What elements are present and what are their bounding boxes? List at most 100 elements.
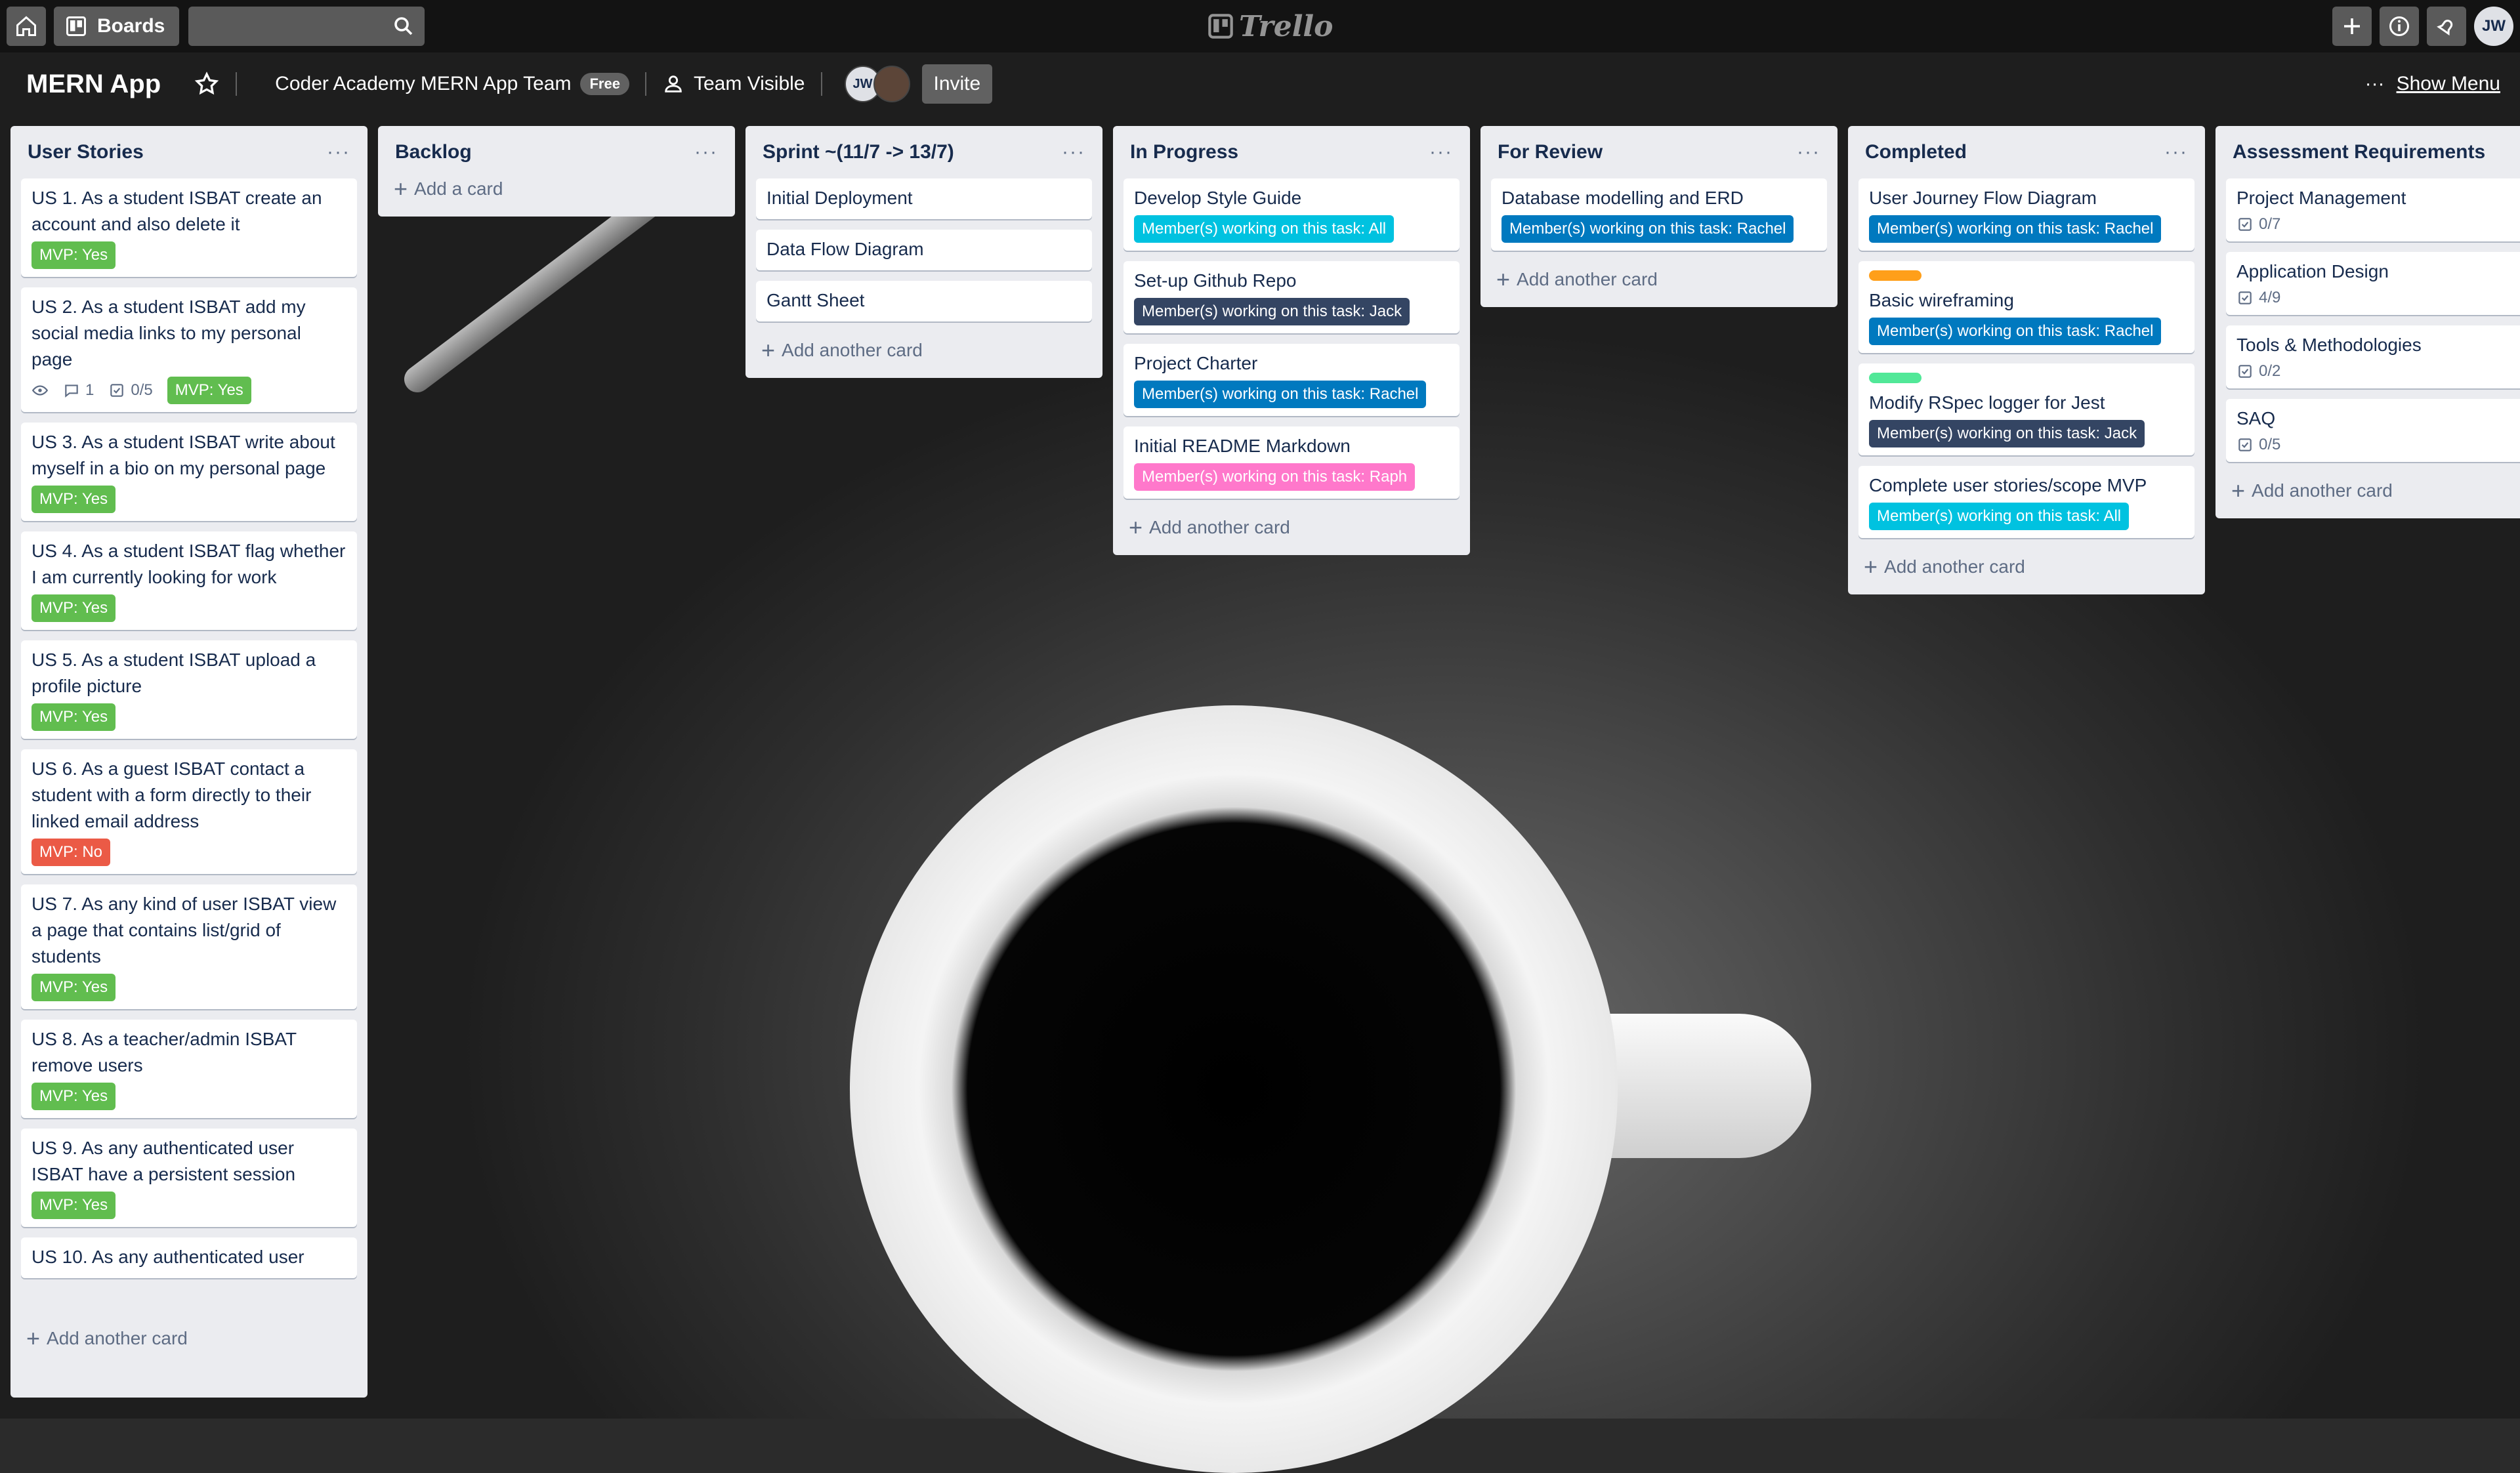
search-input[interactable] (188, 7, 404, 43)
visibility-label: Team Visible (693, 73, 805, 94)
green-label-bar (1869, 373, 1922, 383)
list-title[interactable]: Sprint ~(11/7 -> 13/7) (763, 141, 954, 163)
list-menu-icon[interactable]: ··· (1797, 141, 1820, 163)
list-title[interactable]: For Review (1498, 141, 1603, 163)
checklist-badge: 0/5 (2236, 436, 2280, 454)
card[interactable]: US 4. As a student ISBAT flag whether I … (21, 531, 357, 630)
list-header: Assessment Requirements (2226, 126, 2520, 178)
add-card-button[interactable]: + Add another card (21, 1320, 357, 1366)
trello-logo[interactable]: Trello (1208, 7, 1334, 46)
divider (820, 72, 822, 96)
card[interactable]: US 10. As any authenticated user (21, 1237, 357, 1278)
card-title: Database modelling and ERD (1502, 188, 1744, 208)
card-title: US 5. As a student ISBAT upload a profil… (32, 650, 316, 696)
board-members[interactable]: JW (844, 66, 910, 102)
card[interactable]: Basic wireframing Member(s) working on t… (1858, 261, 2194, 353)
card-title: SAQ (2236, 408, 2276, 428)
card[interactable]: User Journey Flow Diagram Member(s) work… (1858, 178, 2194, 251)
card[interactable]: US 2. As a student ISBAT add my social m… (21, 287, 357, 412)
checklist-icon (2238, 365, 2252, 378)
card[interactable]: Project Management 0/7 (2226, 178, 2520, 241)
card[interactable]: Data Flow Diagram (756, 230, 1092, 270)
card-title: US 10. As any authenticated user (32, 1247, 304, 1267)
list-menu-icon[interactable]: ··· (1429, 141, 1453, 163)
add-card-button[interactable]: + Add another card (2226, 472, 2520, 518)
plus-icon: + (1496, 266, 1511, 293)
list-title[interactable]: Completed (1865, 141, 1967, 163)
plus-icon (2344, 18, 2360, 34)
checklist-count: 0/5 (2259, 436, 2281, 453)
add-card-button[interactable]: + Add another card (1858, 549, 2194, 594)
card-title: Tools & Methodologies (2236, 335, 2422, 355)
card[interactable]: US 5. As a student ISBAT upload a profil… (21, 640, 357, 739)
card[interactable]: Initial README Markdown Member(s) workin… (1124, 426, 1460, 499)
checklist-icon (2238, 218, 2252, 231)
list-header: Backlog ··· (388, 126, 724, 178)
add-card-button[interactable]: + Add a card (388, 177, 724, 217)
visibility-button[interactable]: Team Visible (662, 73, 805, 95)
card[interactable]: Tools & Methodologies 0/2 (2226, 325, 2520, 388)
team-button[interactable]: Coder Academy MERN App Team Free (275, 73, 629, 95)
info-icon (2389, 16, 2409, 36)
user-avatar[interactable]: JW (2474, 7, 2513, 46)
card[interactable]: Project Charter Member(s) working on thi… (1124, 344, 1460, 416)
list-title[interactable]: Backlog (395, 141, 472, 163)
card-title: US 6. As a guest ISBAT contact a student… (32, 758, 312, 831)
card[interactable]: Application Design 4/9 (2226, 252, 2520, 315)
card-badges: 1 0/5 MVP: Yes (32, 377, 346, 404)
list-cards: US 1. As a student ISBAT create an accou… (21, 178, 357, 1320)
board-title[interactable]: MERN App (26, 70, 161, 99)
list-menu-icon[interactable]: ··· (1062, 141, 1085, 163)
label-mvp-yes: MVP: Yes (32, 1083, 116, 1110)
card[interactable]: US 3. As a student ISBAT write about mys… (21, 423, 357, 521)
card-title: US 2. As a student ISBAT add my social m… (32, 297, 306, 369)
card[interactable]: US 9. As any authenticated user ISBAT ha… (21, 1129, 357, 1227)
card[interactable]: US 7. As any kind of user ISBAT view a p… (21, 884, 357, 1009)
star-icon[interactable] (194, 71, 220, 97)
card[interactable]: Gantt Sheet (756, 281, 1092, 322)
member-photo-avatar[interactable] (873, 66, 910, 102)
create-button[interactable] (2332, 7, 2372, 46)
show-menu-label: Show Menu (2396, 73, 2500, 94)
list-header: Completed ··· (1858, 126, 2194, 178)
card[interactable]: US 8. As a teacher/admin ISBAT remove us… (21, 1020, 357, 1118)
label-mvp-yes: MVP: Yes (32, 594, 116, 622)
add-card-label: Add another card (47, 1328, 188, 1348)
label-members-all: Member(s) working on this task: All (1134, 215, 1395, 243)
label-members-jack: Member(s) working on this task: Jack (1869, 420, 2145, 447)
list-menu-icon[interactable]: ··· (694, 141, 718, 163)
boards-button[interactable]: Boards (54, 7, 180, 46)
list-menu-icon[interactable]: ··· (2164, 141, 2188, 163)
label-members-jack: Member(s) working on this task: Jack (1134, 298, 1410, 325)
add-card-button[interactable]: + Add another card (756, 332, 1092, 378)
card[interactable]: Modify RSpec logger for Jest Member(s) w… (1858, 363, 2194, 455)
search-icon[interactable] (392, 14, 415, 38)
card[interactable]: Database modelling and ERD Member(s) wor… (1491, 178, 1827, 251)
list-backlog: Backlog ··· + Add a card (378, 126, 735, 217)
show-menu-button[interactable]: ··· Show Menu (2365, 73, 2500, 95)
card[interactable]: US 6. As a guest ISBAT contact a student… (21, 749, 357, 874)
card[interactable]: Initial Deployment (756, 178, 1092, 219)
bell-icon (2437, 20, 2453, 36)
add-card-button[interactable]: + Add another card (1491, 261, 1827, 307)
list-sprint: Sprint ~(11/7 -> 13/7) ··· Initial Deplo… (746, 126, 1102, 378)
card[interactable]: Develop Style Guide Member(s) working on… (1124, 178, 1460, 251)
list-title[interactable]: User Stories (28, 141, 144, 163)
add-card-button[interactable]: + Add another card (1124, 509, 1460, 555)
card[interactable]: US 1. As a student ISBAT create an accou… (21, 178, 357, 277)
invite-button[interactable]: Invite (921, 64, 993, 104)
list-title[interactable]: Assessment Requirements (2233, 141, 2485, 163)
list-title[interactable]: In Progress (1130, 141, 1238, 163)
search-field[interactable] (188, 7, 425, 46)
info-button[interactable] (2380, 7, 2419, 46)
list-in-progress: In Progress ··· Develop Style Guide Memb… (1113, 126, 1470, 555)
home-button[interactable] (7, 7, 46, 46)
list-menu-icon[interactable]: ··· (327, 141, 350, 163)
card-badges: 0/2 (2236, 362, 2510, 381)
card-title: US 9. As any authenticated user ISBAT ha… (32, 1138, 296, 1184)
label-members-all: Member(s) working on this task: All (1869, 503, 2130, 530)
notifications-button[interactable] (2427, 7, 2466, 46)
card[interactable]: Set-up Github Repo Member(s) working on … (1124, 261, 1460, 333)
card[interactable]: Complete user stories/scope MVP Member(s… (1858, 466, 2194, 538)
card[interactable]: SAQ 0/5 (2226, 399, 2520, 462)
